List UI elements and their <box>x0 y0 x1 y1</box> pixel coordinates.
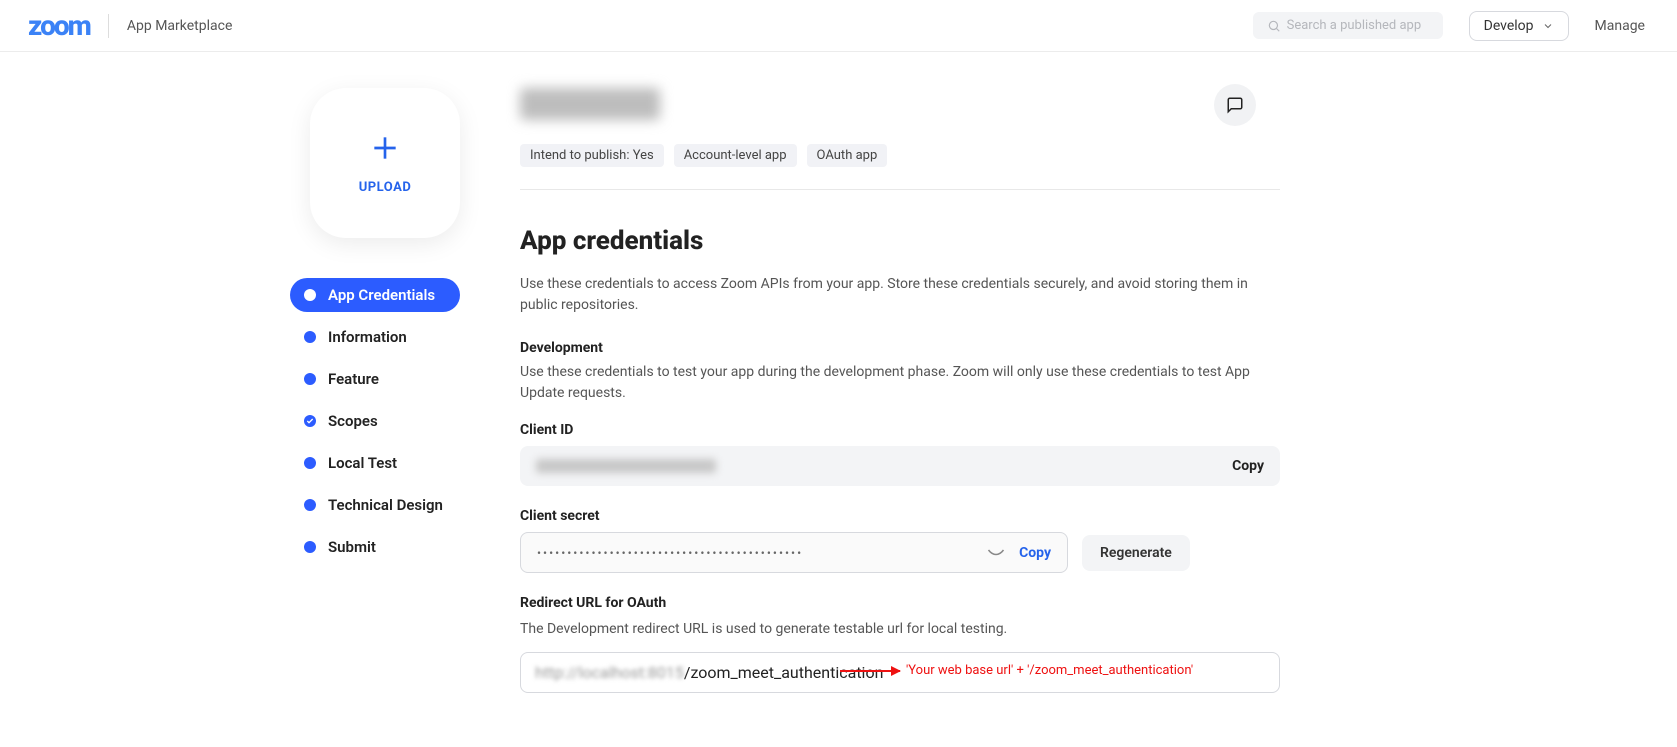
nav-local-test[interactable]: Local Test <box>290 446 460 480</box>
annotation-arrow <box>840 670 900 672</box>
annotation-text: 'Your web base url' + '/zoom_meet_authen… <box>906 663 1193 678</box>
section-heading: App credentials <box>520 226 1280 256</box>
search-box[interactable] <box>1253 12 1443 39</box>
nav-information[interactable]: Information <box>290 320 460 354</box>
nav-technical-design[interactable]: Technical Design <box>290 488 460 522</box>
badge-type: OAuth app <box>807 144 888 167</box>
check-icon <box>304 415 316 427</box>
nav-feature[interactable]: Feature <box>290 362 460 396</box>
section-desc: Use these credentials to access Zoom API… <box>520 274 1280 316</box>
dev-desc: Use these credentials to test your app d… <box>520 362 1280 404</box>
regenerate-button[interactable]: Regenerate <box>1082 535 1190 571</box>
zoom-logo: zoom <box>28 9 90 42</box>
upload-label: UPLOAD <box>359 180 412 195</box>
client-secret-field: ••••••••••••••••••••••••••••••••••••••••… <box>520 532 1068 573</box>
side-nav: App Credentials Information Feature Scop… <box>290 278 460 564</box>
badge-publish: Intend to publish: Yes <box>520 144 664 167</box>
brand-subtitle: App Marketplace <box>127 18 233 34</box>
comment-button[interactable] <box>1214 84 1256 126</box>
divider <box>520 189 1280 190</box>
dev-heading: Development <box>520 340 1280 356</box>
badge-row: Intend to publish: Yes Account-level app… <box>520 144 1280 167</box>
nav-label: Scopes <box>328 412 378 430</box>
nav-label: App Credentials <box>328 286 435 304</box>
nav-submit[interactable]: Submit <box>290 530 460 564</box>
nav-label: Technical Design <box>328 496 443 514</box>
develop-button[interactable]: Develop <box>1469 11 1569 41</box>
reveal-icon[interactable] <box>987 543 1005 562</box>
manage-link[interactable]: Manage <box>1595 18 1645 34</box>
redirect-desc: The Development redirect URL is used to … <box>520 619 1280 640</box>
client-secret-masked: ••••••••••••••••••••••••••••••••••••••••… <box>537 546 803 560</box>
nav-app-credentials[interactable]: App Credentials <box>290 278 460 312</box>
nav-label: Local Test <box>328 454 397 472</box>
nav-label: Submit <box>328 538 376 556</box>
badge-level: Account-level app <box>674 144 797 167</box>
search-icon <box>1267 19 1281 33</box>
plus-icon <box>369 132 401 164</box>
copy-client-id-button[interactable]: Copy <box>1232 458 1264 474</box>
client-secret-label: Client secret <box>520 508 1280 524</box>
divider <box>108 14 109 38</box>
top-bar: zoom App Marketplace Develop Manage <box>0 0 1677 52</box>
client-id-field: Copy <box>520 446 1280 486</box>
nav-label: Feature <box>328 370 379 388</box>
chevron-down-icon <box>1542 20 1554 32</box>
develop-label: Develop <box>1484 18 1534 34</box>
copy-client-secret-button[interactable]: Copy <box>1019 545 1051 561</box>
redirect-label: Redirect URL for OAuth <box>520 595 1280 611</box>
nav-label: Information <box>328 328 407 346</box>
upload-card[interactable]: UPLOAD <box>310 88 460 238</box>
redirect-url-base-redacted: http://localhost:8015 <box>535 663 684 682</box>
redirect-url-path: /zoom_meet_authentication <box>684 663 884 682</box>
client-id-label: Client ID <box>520 422 1280 438</box>
app-name-redacted <box>520 88 660 120</box>
speech-bubble-icon <box>1226 96 1244 114</box>
search-input[interactable] <box>1287 18 1427 33</box>
nav-scopes[interactable]: Scopes <box>290 404 460 438</box>
client-id-redacted <box>536 459 716 473</box>
